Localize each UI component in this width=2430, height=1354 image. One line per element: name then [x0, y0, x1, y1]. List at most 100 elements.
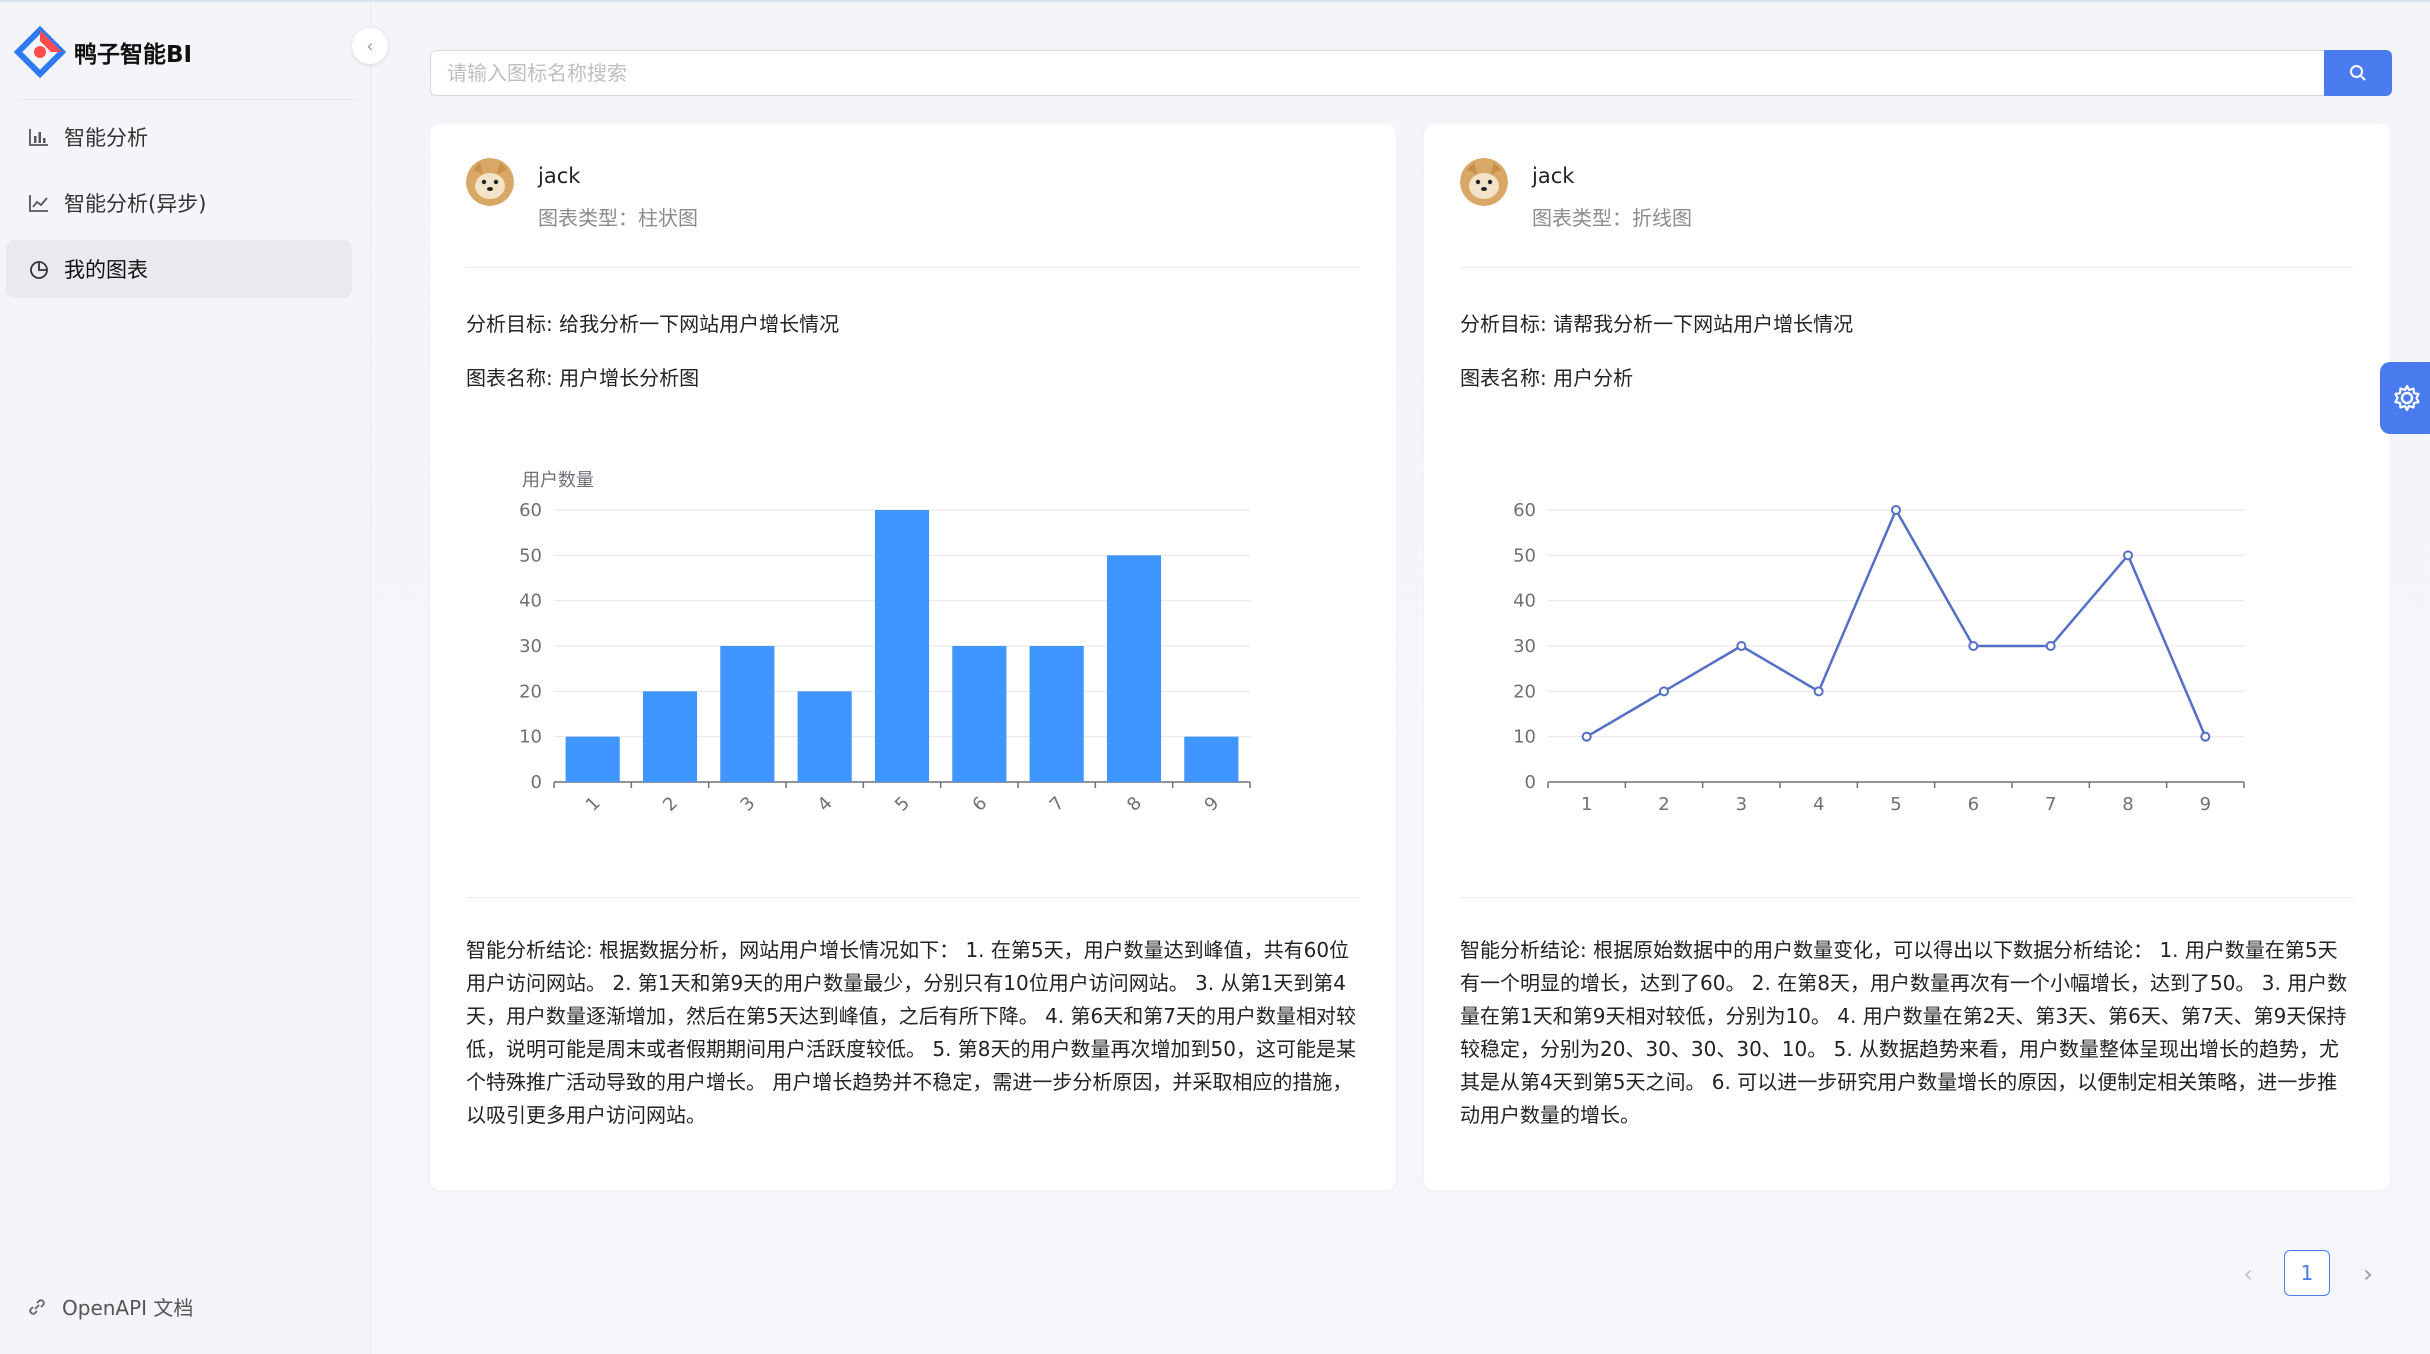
data-point	[1813, 686, 1824, 697]
pagination-page[interactable]: 1	[2284, 1250, 2330, 1296]
openapi-docs-label: OpenAPI 文档	[62, 1296, 194, 1320]
data-point	[1968, 641, 1979, 651]
data-point	[1659, 686, 1669, 697]
bar	[1184, 736, 1239, 782]
divider	[1460, 267, 2354, 268]
x-tick-label: 9	[1200, 793, 1223, 816]
analysis-conclusion: 智能分析结论: 根据原始数据中的用户数量变化，可以得出以下数据分析结论： 1. …	[1460, 938, 2348, 1127]
pagination-prev[interactable]: ‹	[2228, 1250, 2268, 1298]
sidebar-item-smart-analysis-async[interactable]: 智能分析(异步)	[6, 174, 352, 232]
x-tick-label: 8	[1123, 793, 1146, 816]
divider	[1460, 897, 2354, 898]
sidebar-item-label: 我的图表	[64, 258, 148, 282]
bar	[1106, 555, 1162, 782]
line-chart: 0 10 20 30 40 50 60 1 2 3 4 5 6 7 8 9	[1513, 500, 2245, 815]
bar	[720, 646, 775, 782]
y-tick-label: 0	[531, 772, 542, 793]
data-point	[2123, 550, 2133, 561]
data-point	[1581, 731, 1592, 742]
x-tick-label: 4	[814, 793, 837, 816]
y-tick-label: 50	[1513, 545, 1536, 566]
avatar	[466, 158, 514, 206]
divider	[466, 267, 1360, 268]
x-tick-label: 3	[1736, 794, 1747, 815]
bar-chart-icon	[28, 126, 50, 148]
sidebar-item-label: 智能分析(异步)	[64, 192, 207, 216]
bar	[952, 646, 1007, 782]
x-tick-label: 7	[2045, 794, 2056, 815]
data-point	[2200, 731, 2211, 742]
x-tick-label: 5	[891, 793, 914, 816]
bar	[565, 736, 620, 782]
x-tick-label: 6	[1968, 794, 1979, 815]
data-point	[2045, 641, 2056, 651]
sidebar: 鸭子智能BI 智能分析 智能分析(异步) 我的图表 OpenAPI 文档	[0, 2, 371, 1354]
x-tick-label: 4	[1813, 794, 1824, 815]
x-tick-label: 2	[659, 793, 682, 816]
user-name: jack	[1532, 164, 1575, 188]
analysis-goal: 分析目标: 请帮我分析一下网站用户增长情况	[1460, 312, 1854, 336]
search-input[interactable]	[430, 50, 2324, 96]
y-tick-label: 10	[519, 727, 542, 748]
y-tick-label: 50	[519, 545, 542, 566]
chart-type-label: 图表类型：柱状图	[538, 206, 698, 230]
series-line	[1586, 507, 2207, 738]
y-axis-label: 用户数量	[522, 470, 594, 491]
logo-icon	[14, 26, 66, 78]
bar	[1029, 646, 1084, 782]
x-tick-label: 1	[1581, 794, 1592, 815]
y-tick-label: 10	[1513, 727, 1536, 748]
bar-chart: 0 10 20 30 40 50 60 用户数量 1 2 3 4 5 6 7 8 9	[519, 470, 1251, 816]
search-icon	[2350, 65, 2366, 81]
chart-card: jack 图表类型：折线图 分析目标: 请帮我分析一下网站用户增长情况 图表名称…	[1424, 124, 2390, 1190]
analysis-goal: 分析目标: 给我分析一下网站用户增长情况	[466, 312, 840, 336]
x-tick-label: 7	[1046, 793, 1069, 816]
x-tick-label: 2	[1658, 794, 1669, 815]
y-tick-label: 30	[1513, 636, 1536, 657]
y-tick-label: 60	[1513, 500, 1536, 521]
x-tick-label: 8	[2122, 794, 2133, 815]
search-button[interactable]	[2324, 50, 2392, 96]
data-point	[1736, 641, 1747, 651]
chart-name: 图表名称: 用户增长分析图	[466, 366, 700, 390]
app-logo[interactable]: 鸭子智能BI	[14, 26, 192, 78]
line-chart-icon	[28, 192, 50, 214]
sidebar-divider	[18, 99, 358, 100]
y-tick-label: 40	[519, 591, 542, 612]
x-tick-label: 5	[1890, 794, 1901, 815]
settings-button[interactable]	[2380, 362, 2430, 434]
y-tick-label: 30	[519, 636, 542, 657]
user-name: jack	[538, 164, 581, 188]
divider	[466, 897, 1360, 898]
bar	[797, 691, 852, 782]
pie-chart-icon	[28, 258, 50, 280]
y-tick-label: 20	[1513, 681, 1536, 702]
sidebar-item-smart-analysis[interactable]: 智能分析	[6, 108, 352, 166]
x-tick-label: 3	[736, 793, 759, 816]
sidebar-item-my-charts[interactable]: 我的图表	[6, 240, 352, 298]
x-tick-label: 9	[2200, 794, 2211, 815]
chart-name: 图表名称: 用户分析	[1460, 366, 1634, 390]
pagination-next[interactable]: ›	[2348, 1250, 2388, 1298]
data-point	[1891, 505, 1901, 515]
bar	[642, 691, 698, 782]
chevron-left-icon: ‹	[366, 35, 374, 57]
sidebar-collapse-button[interactable]: ‹	[352, 28, 388, 64]
openapi-docs-link[interactable]: OpenAPI 文档	[26, 1292, 193, 1321]
x-tick-label: 6	[968, 793, 991, 816]
y-tick-label: 0	[1525, 772, 1536, 793]
sidebar-item-label: 智能分析	[64, 126, 148, 150]
chart-card: jack 图表类型：柱状图 分析目标: 给我分析一下网站用户增长情况 图表名称:…	[430, 124, 1396, 1190]
bar	[874, 510, 930, 782]
link-icon	[26, 1296, 48, 1318]
analysis-conclusion: 智能分析结论: 根据数据分析，网站用户增长情况如下： 1. 在第5天，用户数量达…	[466, 938, 1356, 1127]
x-tick-label: 1	[582, 793, 605, 816]
app-title: 鸭子智能BI	[74, 42, 193, 68]
chart-type-label: 图表类型：折线图	[1532, 206, 1692, 230]
gear-icon	[2394, 384, 2420, 412]
y-tick-label: 20	[519, 681, 542, 702]
avatar	[1460, 158, 1508, 206]
y-tick-label: 60	[519, 500, 542, 521]
search-bar	[430, 50, 2392, 96]
y-tick-label: 40	[1513, 591, 1536, 612]
